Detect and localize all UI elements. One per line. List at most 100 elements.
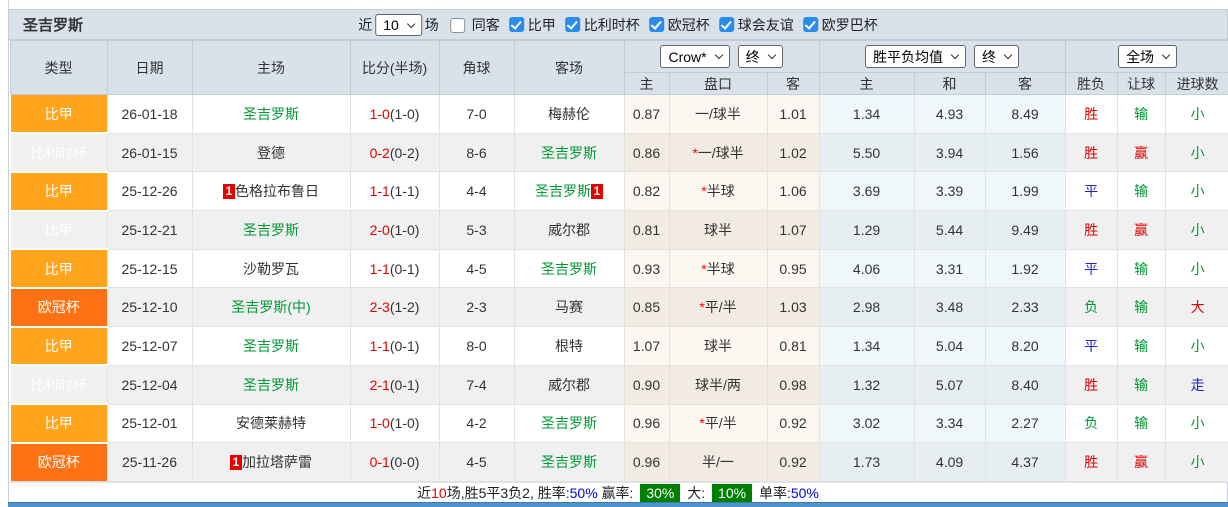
away-team-name: 马赛 bbox=[555, 299, 583, 316]
avg-final-select[interactable]: 终 bbox=[974, 45, 1020, 68]
full-time-score: 2-0 bbox=[369, 221, 390, 238]
corners-cell: 8-0 bbox=[438, 326, 515, 366]
col-header-score: 比分(半场) bbox=[349, 40, 440, 95]
handicap-line-cell: *半球 bbox=[668, 248, 768, 289]
handicap-line-text: 平/半 bbox=[704, 415, 737, 432]
odds-away-cell: 1.06 bbox=[766, 171, 820, 212]
half-time-score: (0-1) bbox=[389, 376, 420, 393]
match-row: 比甲 25-12-21 圣吉罗斯 2-0(1-0) 5-3 威尔郡 0.81 球半 1.07 1.… bbox=[9, 210, 1228, 251]
sub-header-avg-away: 客 bbox=[984, 72, 1066, 95]
red-card-badge: 1 bbox=[223, 184, 235, 200]
summary-text: 近 bbox=[417, 484, 432, 501]
goals-result-cell: 走 bbox=[1164, 364, 1228, 405]
corners-cell: 8-6 bbox=[438, 132, 515, 173]
odds-away-cell: 0.81 bbox=[766, 326, 820, 366]
league-checkbox-checked[interactable] bbox=[648, 17, 664, 33]
home-team-name: 圣吉罗斯 bbox=[243, 221, 299, 238]
rate-badge: 10% bbox=[712, 483, 753, 502]
half-time-score: (1-0) bbox=[389, 105, 420, 122]
score-cell: 2-0(1-0) bbox=[349, 210, 440, 250]
corners-cell: 2-3 bbox=[438, 287, 515, 328]
handicap-result-cell: 输 bbox=[1116, 403, 1166, 444]
handicap-result-cell: 输 bbox=[1116, 287, 1166, 328]
match-row: 比利时杯 25-12-04 圣吉罗斯 2-1(0-1) 7-4 威尔郡 0.90 球半/两 0.… bbox=[9, 364, 1228, 405]
league-checkbox-checked[interactable] bbox=[718, 17, 734, 33]
odds-home-cell: 0.87 bbox=[623, 94, 670, 134]
corners-cell: 4-5 bbox=[438, 248, 515, 289]
odds-away-cell: 1.01 bbox=[766, 94, 820, 134]
goals-result-cell: 小 bbox=[1164, 326, 1228, 366]
date-cell: 25-12-10 bbox=[106, 287, 193, 328]
result-cell: 平 bbox=[1064, 326, 1118, 366]
match-count-value: 10 bbox=[383, 17, 399, 33]
col-header-away: 客场 bbox=[513, 40, 625, 95]
home-team-name: 登德 bbox=[257, 144, 285, 161]
date-cell: 25-12-01 bbox=[106, 403, 193, 444]
match-row: 欧冠杯 25-11-26 1 加拉塔萨雷 0-1(0-0) 4-5 圣吉罗斯 0.96 半/一 0… bbox=[9, 442, 1228, 482]
league-checkbox-checked[interactable] bbox=[802, 17, 818, 33]
result-cell: 胜 bbox=[1064, 210, 1118, 250]
league-checkbox-checked[interactable] bbox=[508, 17, 524, 33]
league-cell: 比利时杯 bbox=[9, 132, 108, 173]
odds-away-cell: 0.92 bbox=[766, 403, 820, 444]
chevron-down-icon bbox=[1161, 50, 1171, 60]
avg-home-cell: 1.73 bbox=[818, 442, 915, 482]
home-team-cell: 圣吉罗斯 bbox=[191, 210, 351, 250]
score-cell: 1-1(0-1) bbox=[349, 248, 440, 289]
avg-home-cell: 5.50 bbox=[818, 132, 915, 173]
bookmaker-select[interactable]: Crow* bbox=[660, 45, 730, 68]
avg-odds-select[interactable]: 胜平负均值 bbox=[865, 45, 967, 68]
away-team-cell: 圣吉罗斯 bbox=[513, 132, 625, 173]
match-count-select[interactable]: 10 bbox=[375, 14, 422, 36]
league-filter-2: 欧冠杯 bbox=[648, 15, 713, 35]
full-time-score: 1-1 bbox=[369, 337, 390, 354]
avg-away-cell: 8.40 bbox=[984, 364, 1066, 405]
home-team-name: 圣吉罗斯 bbox=[243, 376, 299, 393]
goals-result-cell: 小 bbox=[1164, 248, 1228, 289]
same-away-checkbox[interactable] bbox=[449, 17, 465, 33]
handicap-line-cell: 球半 bbox=[668, 210, 768, 250]
home-team-cell: 圣吉罗斯 bbox=[191, 364, 351, 405]
full-time-score: 1-0 bbox=[369, 415, 390, 432]
bookmaker-final-select[interactable]: 终 bbox=[737, 45, 783, 68]
matches-table: 类型 日期 主场 比分(半场) 角球 客场 Crow* 终 胜平负均值 终 全场… bbox=[9, 40, 1228, 482]
goals-result-cell: 小 bbox=[1164, 132, 1228, 173]
league-checkbox-label: 比利时杯 bbox=[583, 16, 640, 33]
half-time-score: (0-2) bbox=[389, 144, 420, 161]
date-cell: 25-12-21 bbox=[106, 210, 193, 250]
rate-badge: 30% bbox=[640, 483, 681, 502]
sub-header-line: 盘口 bbox=[668, 72, 768, 95]
score-cell: 1-1(1-1) bbox=[349, 171, 440, 212]
avg-away-cell: 8.49 bbox=[984, 94, 1066, 134]
full-time-score: 1-1 bbox=[369, 183, 390, 200]
home-team-name: 加拉塔萨雷 bbox=[242, 454, 312, 471]
goals-result-cell: 小 bbox=[1164, 94, 1228, 134]
avg-odds-select-value: 胜平负均值 bbox=[873, 48, 944, 65]
half-time-score: (0-0) bbox=[389, 454, 420, 471]
handicap-line-text: 一/球半 bbox=[695, 105, 741, 122]
odds-home-cell: 0.85 bbox=[623, 287, 670, 328]
full-match-select[interactable]: 全场 bbox=[1118, 45, 1178, 68]
avg-home-cell: 3.02 bbox=[818, 403, 915, 444]
col-header-date: 日期 bbox=[106, 40, 193, 95]
chevron-down-icon bbox=[767, 50, 776, 60]
handicap-line-cell: 球半 bbox=[668, 326, 768, 366]
score-cell: 1-1(0-1) bbox=[349, 326, 440, 366]
bookmaker-select-value: Crow* bbox=[668, 48, 707, 65]
filter-controls: 近 10 场 同客 比甲 比利时杯 欧冠杯 球会友谊 欧罗巴杯 bbox=[355, 10, 881, 40]
home-team-name: 安德莱赫特 bbox=[236, 415, 306, 432]
goals-result-cell: 小 bbox=[1164, 403, 1228, 444]
home-team-name: 色格拉布鲁日 bbox=[235, 183, 319, 200]
avg-home-cell: 1.29 bbox=[818, 210, 915, 250]
corners-cell: 4-5 bbox=[438, 442, 515, 482]
date-cell: 26-01-18 bbox=[106, 94, 193, 134]
league-checkbox-checked[interactable] bbox=[564, 17, 580, 33]
corners-cell: 4-2 bbox=[438, 403, 515, 444]
half-time-score: (1-1) bbox=[389, 183, 420, 200]
match-row: 比甲 25-12-15 沙勒罗瓦 1-1(0-1) 4-5 圣吉罗斯 0.93 *半球 0.95… bbox=[9, 248, 1228, 289]
handicap-line-cell: *平/半 bbox=[668, 403, 768, 444]
match-row: 比甲 26-01-18 圣吉罗斯 1-0(1-0) 7-0 梅赫伦 0.87 一/球半 1.01… bbox=[9, 94, 1228, 135]
odds-away-cell: 1.07 bbox=[766, 210, 820, 250]
league-checkbox-label: 欧冠杯 bbox=[667, 16, 710, 33]
sub-header-odds-home: 主 bbox=[623, 72, 670, 95]
